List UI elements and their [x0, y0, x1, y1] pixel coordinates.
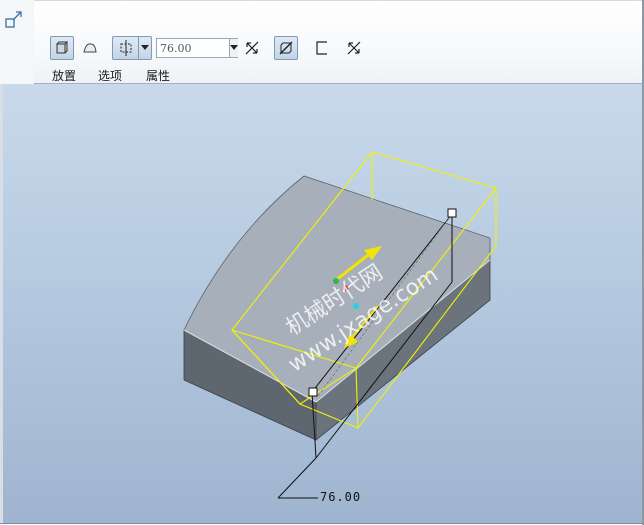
- chevron-down-icon: [141, 45, 150, 50]
- remove-material-icon: [279, 41, 293, 55]
- depth-input[interactable]: [157, 39, 229, 57]
- flip-direction-icon: [245, 41, 259, 55]
- solid-button[interactable]: [50, 36, 74, 60]
- depth-drag-handle[interactable]: [447, 208, 457, 218]
- blind-depth-icon: [120, 40, 132, 56]
- base-drag-handle[interactable]: [308, 387, 318, 397]
- graphics-viewport[interactable]: 机械时代网 www.jxage.com: [0, 84, 643, 524]
- left-strip: [0, 0, 35, 84]
- thicken-button[interactable]: [310, 36, 334, 60]
- tab-options[interactable]: 选项: [98, 67, 122, 84]
- flip-thicken-icon: [347, 41, 361, 55]
- depth-dropdown-arrow[interactable]: [229, 39, 238, 57]
- chevron-down-icon: [230, 45, 238, 50]
- model-canvas: 机械时代网 www.jxage.com: [183, 151, 497, 499]
- depth-type-dropdown[interactable]: [112, 36, 152, 60]
- thicken-sketch-icon: [316, 41, 327, 55]
- flip-thicken-button[interactable]: [342, 36, 366, 60]
- solid-extrude-icon: [56, 40, 68, 54]
- viewport-left-border: [0, 84, 3, 523]
- resize-corner-icon[interactable]: [4, 10, 24, 30]
- tab-placement[interactable]: 放置: [52, 67, 76, 84]
- tab-properties[interactable]: 属性: [146, 67, 170, 84]
- remove-material-button[interactable]: [274, 36, 298, 60]
- surface-button[interactable]: [78, 36, 102, 60]
- dashboard-ribbon: 放置 选项 属性: [34, 0, 642, 84]
- depth-value-field[interactable]: [156, 38, 238, 58]
- dimension-label[interactable]: 76.00: [320, 490, 361, 504]
- surface-extrude-icon: [83, 43, 97, 53]
- flip-direction-button[interactable]: [240, 36, 264, 60]
